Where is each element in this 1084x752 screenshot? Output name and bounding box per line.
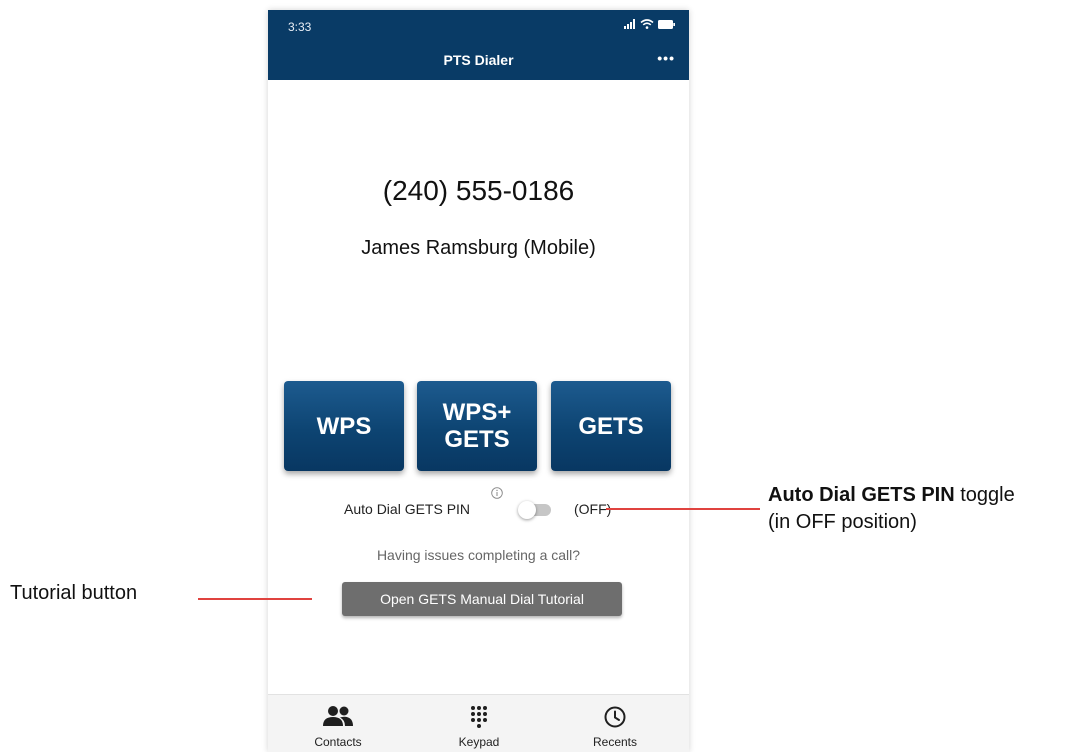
toggle-annotation: Auto Dial GETS PIN toggle (in OFF positi… — [768, 482, 1015, 536]
wps-button-label: WPS — [316, 412, 372, 440]
toggle-annotation-bold: Auto Dial GETS PIN — [768, 484, 955, 506]
nav-recents-label: Recents — [592, 735, 638, 749]
status-icons — [624, 19, 675, 29]
nav-recents[interactable]: Recents — [555, 695, 675, 752]
tutorial-annotation-line — [198, 598, 312, 600]
toggle-annotation-line2: (in OFF position) — [768, 511, 917, 533]
toggle-annotation-rest: toggle — [954, 484, 1015, 506]
wps-gets-button-label: WPS+ GETS — [442, 399, 512, 453]
recents-clock-icon — [604, 706, 626, 728]
wifi-icon — [640, 19, 654, 29]
nav-keypad[interactable]: Keypad — [419, 695, 539, 752]
screenshot-stage: 3:33 PTS Dialer ••• (240) 555-0186 James… — [0, 0, 1084, 752]
contact-name: James Ramsburg (Mobile) — [361, 237, 596, 259]
toggle-knob — [518, 501, 536, 519]
auto-dial-gets-pin-toggle[interactable] — [518, 501, 551, 519]
gets-button[interactable]: GETS — [551, 381, 671, 471]
auto-dial-gets-pin-label: Auto Dial GETS PIN — [344, 501, 471, 517]
open-tutorial-button[interactable]: Open GETS Manual Dial Tutorial — [342, 582, 622, 616]
app-header: 3:33 PTS Dialer ••• — [268, 10, 689, 80]
contacts-icon — [323, 706, 353, 726]
wps-button[interactable]: WPS — [284, 381, 404, 471]
tutorial-annotation: Tutorial button — [10, 582, 138, 604]
bottom-nav: Contacts Keypad Recents — [268, 694, 689, 752]
nav-contacts-label: Contacts — [314, 735, 362, 749]
keypad-icon — [471, 706, 487, 728]
nav-contacts[interactable]: Contacts — [278, 695, 398, 752]
phone-screen: 3:33 PTS Dialer ••• (240) 555-0186 James… — [268, 10, 689, 752]
gets-button-label: GETS — [578, 412, 644, 440]
battery-icon — [658, 19, 675, 29]
toggle-annotation-line — [606, 508, 760, 510]
signal-icon — [624, 19, 635, 29]
nav-keypad-label: Keypad — [458, 735, 500, 749]
status-time: 3:33 — [288, 20, 312, 34]
app-title: PTS Dialer — [443, 52, 514, 68]
dialed-phone-number: (240) 555-0186 — [382, 175, 575, 206]
wps-gets-button[interactable]: WPS+ GETS — [417, 381, 537, 471]
info-icon[interactable] — [491, 487, 503, 499]
more-options-button[interactable]: ••• — [657, 50, 675, 66]
call-issues-text: Having issues completing a call? — [376, 547, 581, 563]
